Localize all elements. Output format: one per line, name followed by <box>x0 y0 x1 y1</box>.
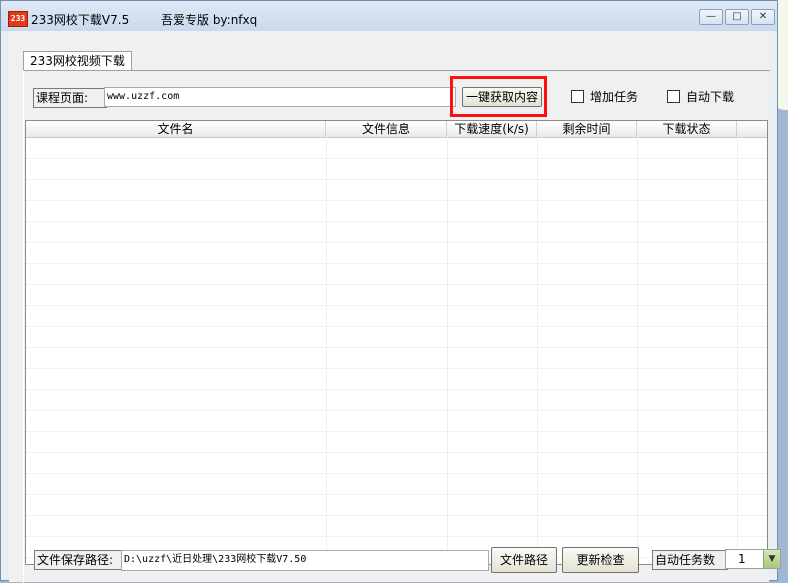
grid-line <box>26 536 767 537</box>
auto-download-checkbox[interactable]: 自动下载 <box>667 90 734 104</box>
grid-line <box>26 242 767 243</box>
grid-line <box>447 137 448 564</box>
window-title: 233网校下载V7.5 <box>31 13 130 27</box>
minimize-button[interactable]: — <box>699 9 723 25</box>
app-icon: 233 <box>8 11 28 27</box>
column-header-filename[interactable]: 文件名 <box>26 121 326 137</box>
tab-video-download[interactable]: 233网校视频下载 <box>23 51 132 71</box>
grid-line <box>26 515 767 516</box>
grid-line <box>326 137 327 564</box>
update-check-button[interactable]: 更新检查 <box>562 547 639 573</box>
grid-line <box>637 137 638 564</box>
course-url-input[interactable]: www.uzzf.com <box>104 87 456 107</box>
close-button[interactable]: ✕ <box>751 9 775 25</box>
grid-line <box>26 221 767 222</box>
column-header-speed[interactable]: 下载速度(k/s) <box>447 121 537 137</box>
grid-line <box>26 410 767 411</box>
add-task-checkbox[interactable]: 增加任务 <box>571 90 638 104</box>
file-path-button[interactable]: 文件路径 <box>491 547 557 573</box>
grid-line <box>26 494 767 495</box>
grid-line <box>26 347 767 348</box>
grid-line <box>537 137 538 564</box>
column-header-status[interactable]: 下载状态 <box>637 121 737 137</box>
grid-line <box>26 368 767 369</box>
course-page-label: 课程页面: <box>33 88 107 108</box>
checkbox-icon <box>571 90 584 103</box>
grid-line <box>26 389 767 390</box>
column-header-fileinfo[interactable]: 文件信息 <box>326 121 447 137</box>
maximize-button[interactable]: □ <box>725 9 749 25</box>
download-list[interactable]: 文件名 文件信息 下载速度(k/s) 剩余时间 下载状态 <box>25 120 768 565</box>
fetch-content-button[interactable]: 一键获取内容 <box>462 87 542 107</box>
auto-download-label: 自动下载 <box>686 90 735 104</box>
auto-tasks-value: 1 <box>738 552 746 566</box>
app-window: 233 233网校下载V7.5 吾爱专版 by:nfxq — □ ✕ 233网校… <box>0 0 781 583</box>
save-path-label: 文件保存路径: <box>34 550 122 570</box>
window-edition: 吾爱专版 by:nfxq <box>161 13 258 27</box>
grid-line <box>26 200 767 201</box>
list-header: 文件名 文件信息 下载速度(k/s) 剩余时间 下载状态 <box>26 121 767 138</box>
grid-line <box>26 179 767 180</box>
save-path-input[interactable]: D:\uzzf\近日处理\233网校下载V7.50 <box>121 550 489 571</box>
grid-line <box>26 431 767 432</box>
grid-line <box>26 158 767 159</box>
grid-line <box>26 305 767 306</box>
checkbox-icon <box>667 90 680 103</box>
title-bar[interactable]: 233 233网校下载V7.5 吾爱专版 by:nfxq — □ ✕ <box>1 1 777 31</box>
grid-line <box>26 263 767 264</box>
auto-tasks-select[interactable]: 1 ▼ <box>725 549 781 569</box>
grid-line <box>26 473 767 474</box>
grid-line <box>737 137 738 564</box>
add-task-label: 增加任务 <box>590 90 639 104</box>
grid-line <box>26 452 767 453</box>
client-area: 233网校视频下载 课程页面: www.uzzf.com 一键获取内容 增加任务… <box>9 31 781 583</box>
column-header-remaining[interactable]: 剩余时间 <box>537 121 637 137</box>
grid-line <box>26 284 767 285</box>
chevron-down-icon[interactable]: ▼ <box>763 550 780 568</box>
auto-tasks-label: 自动任务数 <box>652 550 728 570</box>
grid-line <box>26 326 767 327</box>
